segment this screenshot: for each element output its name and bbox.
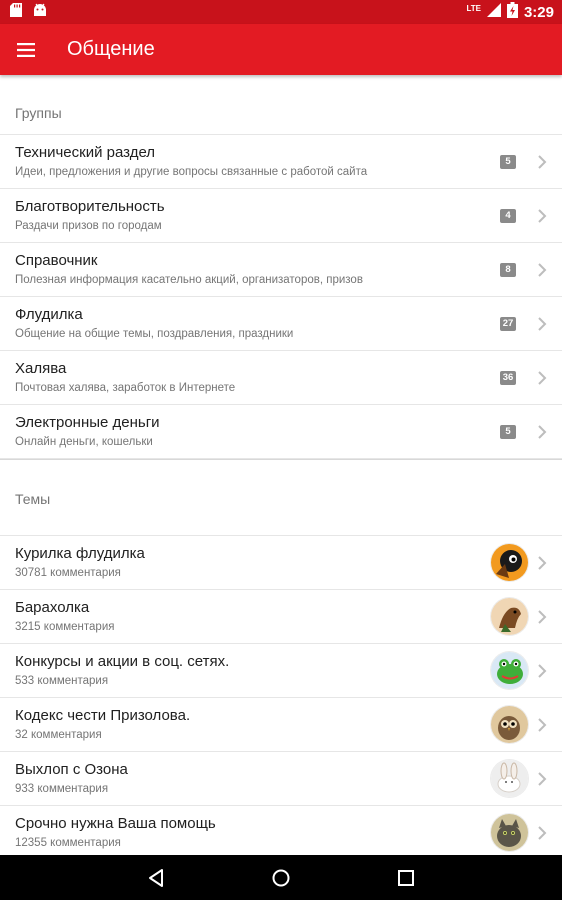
- avatar: [491, 598, 528, 635]
- topic-row[interactable]: Барахолка 3215 комментария: [0, 590, 562, 644]
- battery-charging-icon: [506, 2, 518, 22]
- group-title: Справочник: [15, 252, 98, 269]
- chevron-right-icon: [530, 659, 554, 683]
- sd-card-icon: [10, 2, 22, 22]
- topic-comment-count: 32 комментария: [15, 729, 102, 741]
- count-badge: 5: [500, 154, 516, 169]
- group-subtitle: Общение на общие темы, поздравления, пра…: [15, 328, 294, 340]
- back-icon[interactable]: [141, 863, 171, 893]
- chevron-right-icon: [530, 366, 554, 390]
- count-badge: 5: [500, 424, 516, 439]
- avatar: [491, 652, 528, 689]
- chevron-right-icon: [530, 420, 554, 444]
- topic-title: Срочно нужна Ваша помощь: [15, 815, 216, 832]
- topic-title: Кодекс чести Призолова.: [15, 707, 191, 724]
- topic-row[interactable]: Срочно нужна Ваша помощь 12355 комментар…: [0, 806, 562, 855]
- avatar: [491, 814, 528, 851]
- group-subtitle: Онлайн деньги, кошельки: [15, 436, 153, 448]
- group-title: Халява: [15, 360, 67, 377]
- topic-comment-count: 533 комментария: [15, 675, 109, 687]
- avatar: [491, 760, 528, 797]
- chevron-right-icon: [530, 767, 554, 791]
- group-title: Технический раздел: [15, 144, 156, 161]
- chevron-right-icon: [530, 204, 554, 228]
- group-subtitle: Полезная информация касательно акций, ор…: [15, 274, 363, 286]
- count-badge: 36: [500, 370, 516, 385]
- section-divider: [0, 459, 562, 486]
- group-row-charity[interactable]: Благотворительность Раздачи призов по го…: [0, 189, 562, 243]
- group-row-tech[interactable]: Технический раздел Идеи, предложения и д…: [0, 135, 562, 189]
- status-bar: LTE 3:29: [0, 0, 562, 24]
- group-subtitle: Почтовая халява, заработок в Интернете: [15, 382, 236, 394]
- app-bar: Общение: [0, 24, 562, 75]
- chevron-right-icon: [530, 605, 554, 629]
- topic-title: Барахолка: [15, 599, 90, 616]
- topic-row[interactable]: Кодекс чести Призолова. 32 комментария: [0, 698, 562, 752]
- group-title: Электронные деньги: [15, 414, 160, 431]
- hamburger-menu-icon[interactable]: [0, 24, 52, 75]
- topic-title: Курилка флудилка: [15, 545, 145, 562]
- group-title: Флудилка: [15, 306, 83, 323]
- chevron-right-icon: [530, 713, 554, 737]
- topic-row[interactable]: Курилка флудилка 30781 комментария: [0, 536, 562, 590]
- group-subtitle: Раздачи призов по городам: [15, 220, 162, 232]
- chevron-right-icon: [530, 551, 554, 575]
- chevron-right-icon: [530, 312, 554, 336]
- topic-row[interactable]: Выхлоп с Озона 933 комментария: [0, 752, 562, 806]
- count-badge: 4: [500, 208, 516, 223]
- content-list[interactable]: Группы Технический раздел Идеи, предложе…: [0, 75, 562, 855]
- recents-icon[interactable]: [391, 863, 421, 893]
- signal-icon: [486, 3, 501, 21]
- android-icon: [32, 3, 48, 22]
- system-nav-bar: [0, 855, 562, 900]
- topic-title: Конкурсы и акции в соц. сетях.: [15, 653, 230, 670]
- chevron-right-icon: [530, 258, 554, 282]
- group-row-freebie[interactable]: Халява Почтовая халява, заработок в Инте…: [0, 351, 562, 405]
- topic-comment-count: 933 комментария: [15, 783, 109, 795]
- group-row-flood[interactable]: Флудилка Общение на общие темы, поздравл…: [0, 297, 562, 351]
- group-subtitle: Идеи, предложения и другие вопросы связа…: [15, 166, 368, 178]
- chevron-right-icon: [530, 150, 554, 174]
- count-badge: 8: [500, 262, 516, 277]
- avatar: [491, 544, 528, 581]
- avatar: [491, 706, 528, 743]
- group-title: Благотворительность: [15, 198, 165, 215]
- topic-comment-count: 3215 комментария: [15, 621, 115, 633]
- topic-title: Выхлоп с Озона: [15, 761, 128, 778]
- groups-section-header: Группы: [0, 75, 562, 135]
- chevron-right-icon: [530, 821, 554, 845]
- count-badge: 27: [500, 316, 516, 331]
- topic-comment-count: 30781 комментария: [15, 567, 121, 579]
- topic-row[interactable]: Конкурсы и акции в соц. сетях. 533 комме…: [0, 644, 562, 698]
- network-type-label: LTE: [466, 4, 481, 13]
- group-row-reference[interactable]: Справочник Полезная информация касательн…: [0, 243, 562, 297]
- home-icon[interactable]: [266, 863, 296, 893]
- topic-comment-count: 12355 комментария: [15, 837, 121, 849]
- group-row-emoney[interactable]: Электронные деньги Онлайн деньги, кошель…: [0, 405, 562, 459]
- page-title: Общение: [67, 38, 155, 60]
- clock: 3:29: [523, 3, 554, 21]
- topics-section-header: Темы: [0, 486, 562, 536]
